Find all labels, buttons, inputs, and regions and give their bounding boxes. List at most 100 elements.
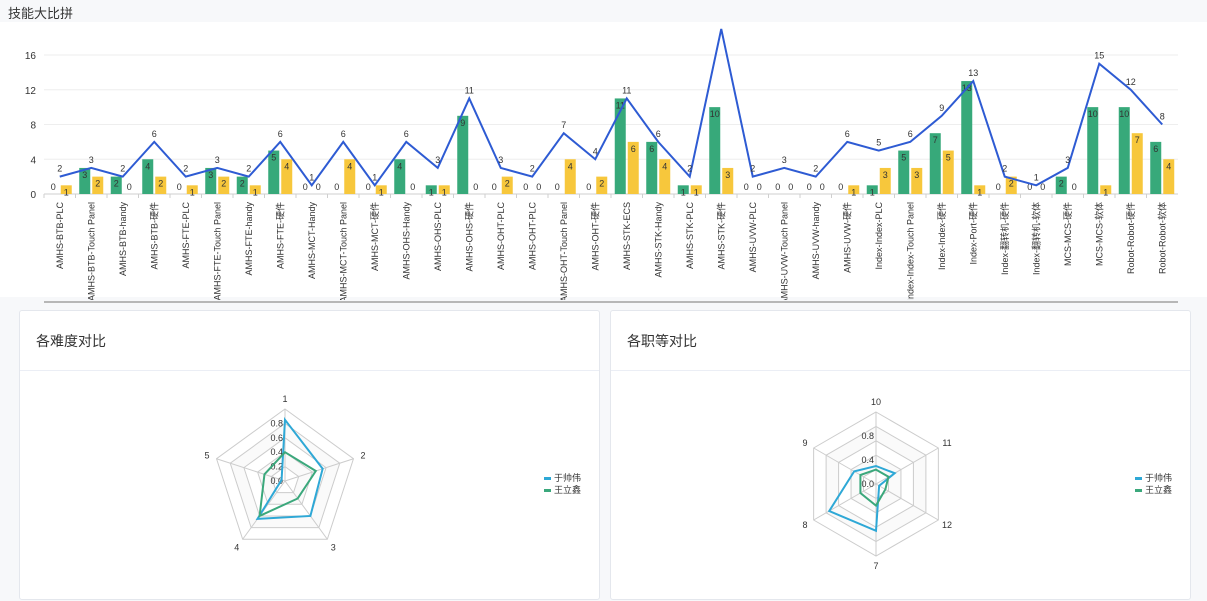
legend-swatch <box>1135 489 1142 492</box>
radar-indicator-label: 12 <box>942 520 952 530</box>
radar-indicator-label: 9 <box>802 438 807 448</box>
bar-value-label: 5 <box>946 153 951 163</box>
radar-indicator-label: 4 <box>234 542 239 552</box>
radar-indicator-label: 5 <box>205 451 210 461</box>
bar-value-label: 6 <box>649 144 654 154</box>
line-value-label: 9 <box>939 103 944 113</box>
bar-value-label: 0 <box>127 182 132 192</box>
x-tick-label: AMHS-STK-ECS <box>622 202 632 270</box>
bar-value-label: 2 <box>114 179 119 189</box>
y-tick-label: 16 <box>25 51 37 62</box>
line-value-label: 6 <box>341 129 346 139</box>
bar <box>961 81 973 194</box>
x-tick-label: AMHS-BTB-Touch Panel <box>86 202 96 300</box>
line-value-label: 4 <box>593 146 598 156</box>
radar-tick-label: 0.8 <box>270 418 283 428</box>
line-value-label: 6 <box>278 129 283 139</box>
bar-value-label: 0 <box>996 182 1001 192</box>
x-tick-label: AMHS-OHS-Handy <box>401 202 411 280</box>
line-value-label: 2 <box>246 164 251 174</box>
x-tick-label: AMHS-FTE-硬件 <box>274 202 285 269</box>
legend-label: 王立鑫 <box>554 484 581 495</box>
legend-label: 于帅伟 <box>1145 472 1172 483</box>
line-value-label: 2 <box>120 164 125 174</box>
difficulty-panel: 各难度对比 1 2 3 4 5 0.0 0.2 0.4 0.6 0.8 于帅伟 王立鑫 <box>19 310 600 600</box>
line-value-label: 3 <box>435 155 440 165</box>
x-tick-label: AMHS-UVW-handy <box>811 202 821 280</box>
radar-tick-label: 0.8 <box>861 431 874 441</box>
bar-value-label: 1 <box>190 187 195 197</box>
x-tick-label: AMHS-UVW-Touch Panel <box>779 202 789 300</box>
x-tick-label: Index-翻转机-软体 <box>1030 202 1041 275</box>
bar-value-label: 6 <box>631 144 636 154</box>
line-value-label: 3 <box>782 155 787 165</box>
bar-value-label: 4 <box>397 161 402 171</box>
bar-value-label: 4 <box>568 161 573 171</box>
x-tick-label: Index-Index-硬件 <box>936 202 947 270</box>
radar-indicator-label: 11 <box>942 438 951 448</box>
bar <box>709 107 721 194</box>
bar-value-label: 1 <box>442 187 447 197</box>
line-value-label: 1 <box>372 172 377 182</box>
legend-swatch <box>544 477 551 480</box>
bar-value-label: 0 <box>555 182 560 192</box>
bar-value-label: 3 <box>725 170 730 180</box>
bar-value-label: 2 <box>599 179 604 189</box>
bar-value-label: 0 <box>492 182 497 192</box>
bar-value-label: 1 <box>694 187 699 197</box>
x-tick-label: AMHS-OHT-PLC <box>527 202 537 271</box>
grade-panel: 各职等对比 10 11 12 7 8 9 0.0 0.4 0.8 于帅伟 王立鑫 <box>610 310 1191 600</box>
radar-indicator-label: 1 <box>282 394 287 404</box>
bar-value-label: 5 <box>271 153 276 163</box>
x-tick-label: AMHS-MCT-Touch Panel <box>338 202 348 300</box>
bar-value-label: 0 <box>51 182 56 192</box>
bar-value-label: 0 <box>523 182 528 192</box>
line-value-label: 11 <box>465 85 474 95</box>
line-value-label: 2 <box>1002 164 1007 174</box>
bar-value-label: 2 <box>1059 179 1064 189</box>
y-tick-label: 8 <box>30 121 36 132</box>
line-value-label: 13 <box>968 68 978 78</box>
x-tick-label: Index-翻转机-硬件 <box>999 202 1010 275</box>
bar <box>1118 107 1130 194</box>
x-tick-label: AMHS-FTE-PLC <box>181 202 191 269</box>
line-value-label: 3 <box>89 155 94 165</box>
line-value-label: 12 <box>1126 77 1136 87</box>
bar-value-label: 7 <box>1135 135 1140 145</box>
x-tick-label: Index-Index-PLC <box>874 202 884 270</box>
legend-label: 王立鑫 <box>1145 484 1172 495</box>
bar-value-label: 10 <box>1088 109 1098 119</box>
bar-value-label: 0 <box>316 182 321 192</box>
line-value-label: 6 <box>152 129 157 139</box>
radar-indicator-label: 7 <box>873 561 878 571</box>
bar-value-label: 6 <box>1153 144 1158 154</box>
x-tick-label: AMHS-BTB-硬件 <box>148 202 159 270</box>
bar-value-label: 4 <box>284 161 289 171</box>
bar-value-label: 10 <box>710 109 720 119</box>
x-tick-label: AMHS-OHT-Touch Panel <box>559 202 569 300</box>
line-value-label: 5 <box>876 138 881 148</box>
bar-value-label: 3 <box>82 170 87 180</box>
radar-indicator-label: 10 <box>871 397 881 407</box>
line-value-label: 15 <box>1094 51 1104 61</box>
bar-value-label: 1 <box>851 187 856 197</box>
radar-tick-label: 0.0 <box>861 479 874 489</box>
bar-value-label: 3 <box>914 170 919 180</box>
x-tick-label: AMHS-BTB-PLC <box>55 202 65 270</box>
x-tick-label: AMHS-FTE-Touch Panel <box>212 202 222 300</box>
bar-value-label: 0 <box>366 182 371 192</box>
bar-value-label: 1 <box>1103 187 1108 197</box>
x-tick-label: MCS-MCS-硬件 <box>1062 202 1073 266</box>
bar-value-label: 3 <box>883 170 888 180</box>
bar-value-label: 4 <box>662 161 667 171</box>
line-value-label: 8 <box>1160 112 1165 122</box>
line-value-label: 11 <box>622 85 631 95</box>
x-tick-label: AMHS-STK-PLC <box>685 202 695 270</box>
bar-value-label: 1 <box>429 187 434 197</box>
difficulty-radar-chart: 123450.00.20.40.60.8于帅伟王立鑫 <box>205 394 582 552</box>
bar-value-label: 0 <box>775 182 780 192</box>
legend-swatch <box>1135 477 1142 480</box>
bar-value-label: 2 <box>221 179 226 189</box>
line-value-label: 1 <box>309 172 314 182</box>
x-tick-label: Index-Port-硬件 <box>967 202 978 265</box>
